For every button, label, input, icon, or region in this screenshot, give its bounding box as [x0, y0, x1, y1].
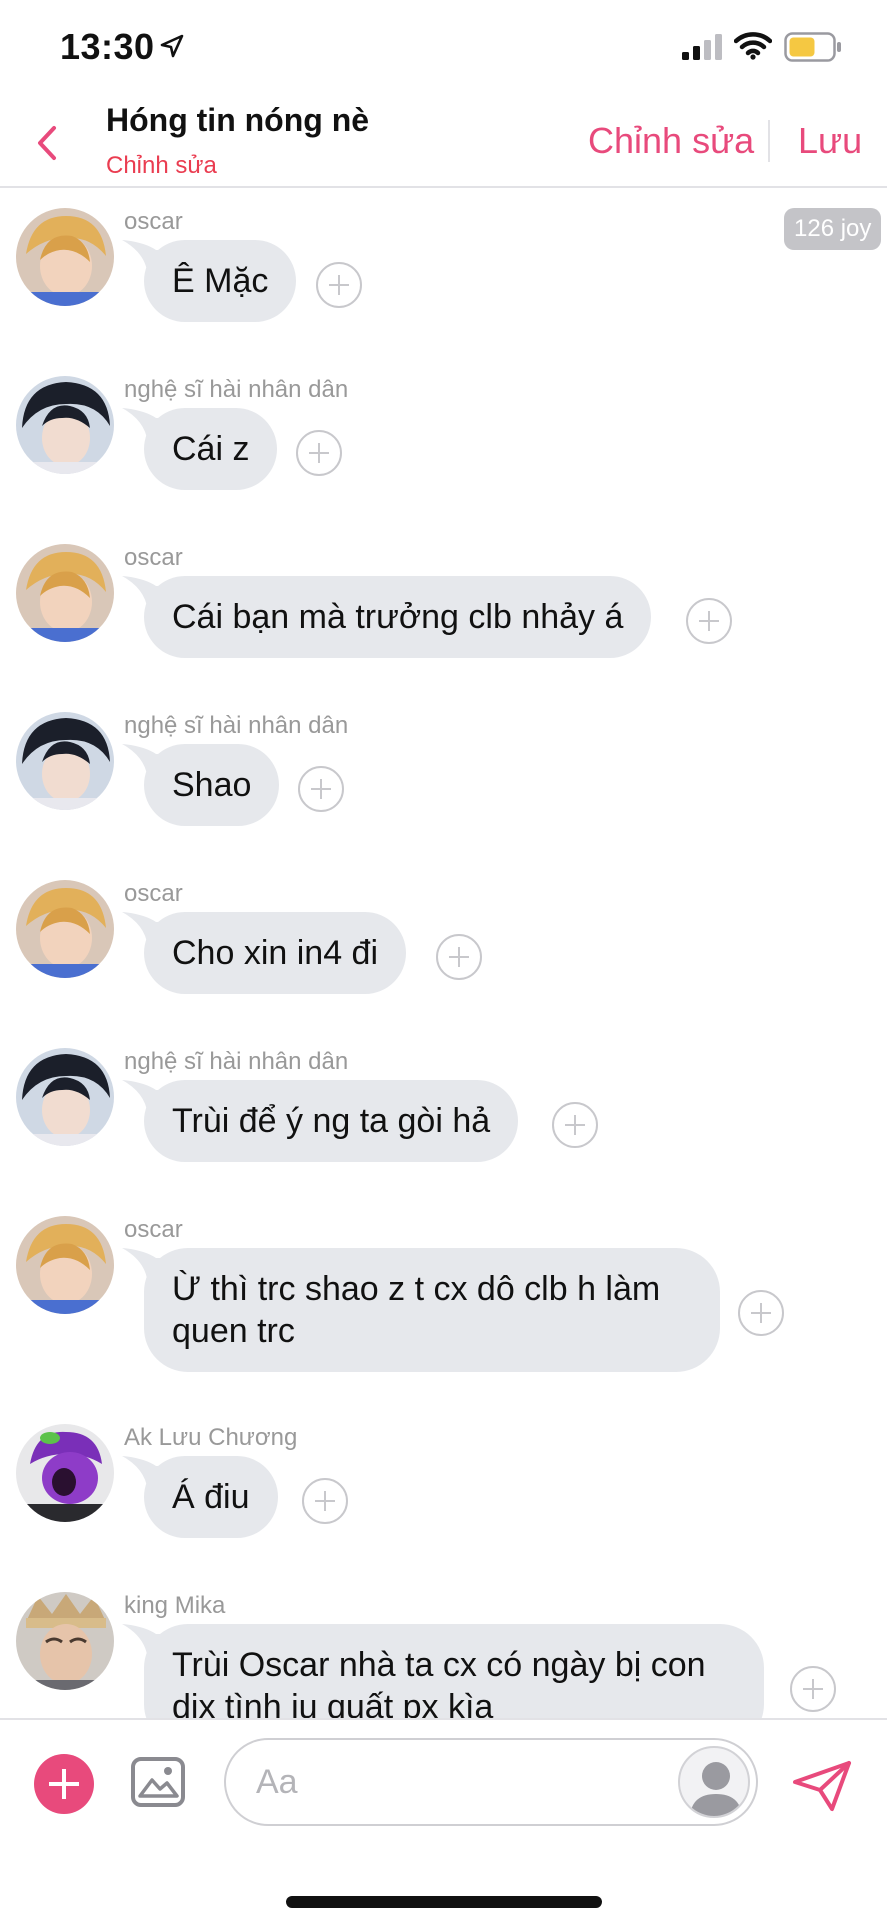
conversation-title: Hóng tin nóng nè	[106, 102, 370, 138]
message-text: Cái z	[172, 430, 250, 468]
bubble-tail	[122, 1624, 170, 1664]
add-reaction-button[interactable]	[302, 1478, 348, 1524]
battery-icon	[784, 32, 841, 62]
avatar[interactable]	[16, 544, 114, 642]
avatar[interactable]	[16, 376, 114, 474]
message-bubble[interactable]: Shao	[122, 744, 280, 826]
add-attachment-button[interactable]	[34, 1754, 94, 1814]
message-input[interactable]	[256, 1758, 636, 1806]
bubble-tail	[122, 744, 170, 784]
sender-name: oscar	[124, 208, 183, 235]
bubble-tail	[122, 240, 170, 280]
add-reaction-button[interactable]	[790, 1666, 836, 1712]
add-reaction-button[interactable]	[298, 766, 344, 812]
message-input-field[interactable]	[224, 1738, 758, 1826]
message-text: Ê Mặc	[172, 262, 269, 300]
message-bubble[interactable]: Á điu	[122, 1456, 278, 1538]
send-icon[interactable]	[792, 1760, 852, 1812]
image-gallery-icon[interactable]	[130, 1756, 186, 1808]
back-chevron-icon[interactable]	[34, 122, 60, 164]
message-text: Cho xin in4 đi	[172, 934, 379, 972]
message-text: Cái bạn mà trưởng clb nhảy á	[172, 598, 624, 636]
sticker-avatar-button[interactable]	[678, 1746, 750, 1818]
message-text: Á điu	[172, 1478, 250, 1516]
home-indicator	[286, 1896, 602, 1908]
bubble-tail	[122, 912, 170, 952]
message-bubble[interactable]: Cái z	[122, 408, 278, 490]
sender-name: nghệ sĩ hài nhân dân	[124, 712, 349, 739]
sender-name: oscar	[124, 1216, 183, 1243]
composer-bar	[0, 1718, 887, 1920]
bubble-tail	[122, 1248, 170, 1288]
status-bar: 13:30	[0, 0, 887, 100]
message-bubble[interactable]: Ừ thì trc shao z t cx dô clb h làm quen …	[122, 1248, 720, 1372]
edit-button[interactable]: Chỉnh sửa	[588, 120, 754, 162]
message-text: Trùi Oscar nhà ta cx có ngày bị con dix …	[172, 1646, 706, 1718]
message-bubble[interactable]: Trùi Oscar nhà ta cx có ngày bị con dix …	[122, 1624, 764, 1718]
wifi-icon	[734, 32, 772, 60]
avatar[interactable]	[16, 712, 114, 810]
bubble-tail	[122, 1080, 170, 1120]
status-time: 13:30	[60, 26, 155, 67]
joy-count-badge: 126 joy	[784, 208, 882, 250]
sender-name: oscar	[124, 880, 183, 907]
message-text: Trùi để ý ng ta gòi hả	[172, 1102, 491, 1140]
avatar[interactable]	[16, 1216, 114, 1314]
add-reaction-button[interactable]	[552, 1102, 598, 1148]
add-reaction-button[interactable]	[436, 934, 482, 980]
conversation-subtitle: Chỉnh sửa	[106, 152, 217, 179]
bubble-tail	[122, 1456, 170, 1496]
avatar[interactable]	[16, 208, 114, 306]
sender-name: oscar	[124, 544, 183, 571]
add-reaction-button[interactable]	[316, 262, 362, 308]
avatar[interactable]	[16, 1048, 114, 1146]
add-reaction-button[interactable]	[296, 430, 342, 476]
bubble-tail	[122, 408, 170, 448]
message-text: Ừ thì trc shao z t cx dô clb h làm quen …	[172, 1270, 661, 1350]
sender-name: king Mika	[124, 1592, 226, 1619]
add-reaction-button[interactable]	[686, 598, 732, 644]
cellular-signal-icon	[682, 34, 722, 60]
bubble-tail	[122, 576, 170, 616]
message-text: Shao	[172, 766, 252, 804]
add-reaction-button[interactable]	[738, 1290, 784, 1336]
conversation-header: Hóng tin nóng nè Chỉnh sửa Chỉnh sửa Lưu	[0, 100, 887, 188]
message-bubble[interactable]: Cho xin in4 đi	[122, 912, 407, 994]
avatar[interactable]	[16, 1592, 114, 1690]
avatar[interactable]	[16, 880, 114, 978]
message-bubble[interactable]: Cái bạn mà trưởng clb nhảy á	[122, 576, 652, 658]
message-bubble[interactable]: Ê Mặc	[122, 240, 297, 322]
sender-name: nghệ sĩ hài nhân dân	[124, 376, 349, 403]
location-arrow-icon	[160, 34, 184, 58]
message-list[interactable]: 126 joy oscar Ê Mặc nghệ sĩ hài nhân dân…	[0, 190, 887, 1718]
message-bubble[interactable]: Trùi để ý ng ta gòi hả	[122, 1080, 519, 1162]
save-button[interactable]: Lưu	[798, 120, 862, 162]
sender-name: nghệ sĩ hài nhân dân	[124, 1048, 349, 1075]
sender-name: Ak Lưu Chương	[124, 1424, 298, 1451]
avatar[interactable]	[16, 1424, 114, 1522]
header-divider	[768, 120, 770, 162]
